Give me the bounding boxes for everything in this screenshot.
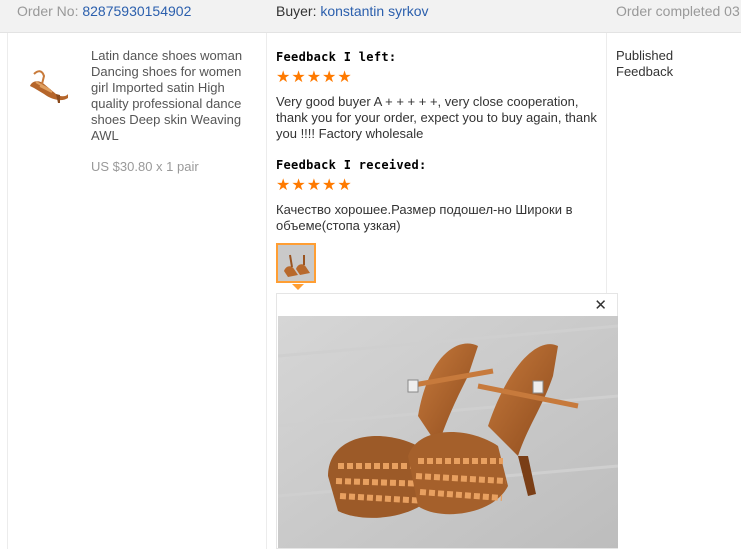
feedback-received-text: Качество хорошее.Размер подошел-но Широк… [276,202,573,233]
feedback-left-rating: ★ ★ ★ ★ ★ [276,70,352,86]
shoe-photo-icon [278,245,314,281]
buyer-name-link[interactable]: konstantin syrkov [320,3,428,19]
product-price: US $30.80 x 1 pair [91,159,199,174]
order-header: Order No: 82875930154902 Buyer: konstant… [0,0,741,33]
column-divider [266,33,267,549]
star-icon: ★ [337,177,352,194]
column-divider [7,33,8,549]
star-icon: ★ [306,177,322,194]
thumbnail-pointer [292,284,304,290]
star-icon: ★ [322,69,337,86]
star-icon: ★ [291,69,306,86]
buyer-label: Buyer: [276,3,321,19]
feedback-left-heading: Feedback I left: [276,50,397,64]
feedback-left-text: Very good buyer A + + + + +, very close … [276,94,597,141]
product-thumbnail-icon[interactable] [22,64,72,104]
order-number-link[interactable]: 82875930154902 [82,3,191,19]
feedback-photo-thumbnail[interactable] [276,243,316,283]
order-status: Order completed 03 [616,3,740,19]
order-number: Order No: 82875930154902 [17,0,191,22]
star-icon: ★ [276,177,291,194]
order-label: Order No: [17,3,83,19]
feedback-received-heading: Feedback I received: [276,158,427,172]
buyer: Buyer: konstantin syrkov [276,0,429,22]
feedback-received-rating: ★ ★ ★ ★ ★ [276,178,352,194]
shoe-photo-preview-icon [278,316,618,548]
close-icon[interactable]: ✕ [594,298,607,314]
star-icon: ★ [276,69,291,86]
photo-preview-panel: ✕ [276,293,618,549]
star-icon: ★ [291,177,306,194]
star-icon: ★ [322,177,337,194]
star-icon: ★ [306,69,322,86]
product-title[interactable]: Latin dance shoes woman Dancing shoes fo… [91,48,259,144]
star-icon: ★ [337,69,352,86]
published-feedback-status: Published Feedback [616,48,674,79]
